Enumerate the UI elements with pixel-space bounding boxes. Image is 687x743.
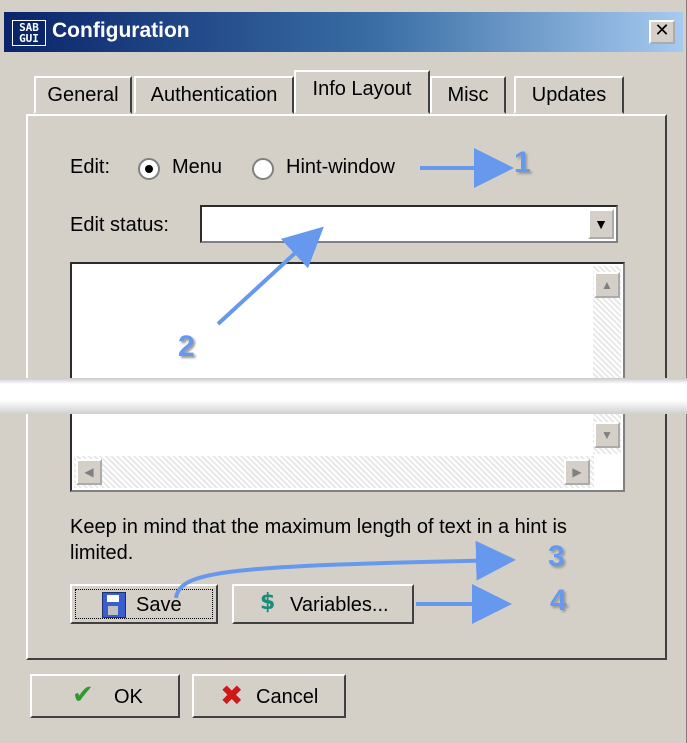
- screenshot-cut-divider: [0, 378, 687, 414]
- configuration-window: SAB GUI Configuration ✕ General Authenti…: [0, 0, 687, 743]
- annotation-4: 4: [550, 584, 567, 617]
- arrow-2: [216, 226, 324, 326]
- annotation-3: 3: [548, 540, 565, 573]
- annotation-2: 2: [178, 330, 195, 363]
- annotation-arrows: [174, 148, 516, 624]
- annotation-1: 1: [514, 146, 531, 179]
- arrow-3: [174, 540, 516, 599]
